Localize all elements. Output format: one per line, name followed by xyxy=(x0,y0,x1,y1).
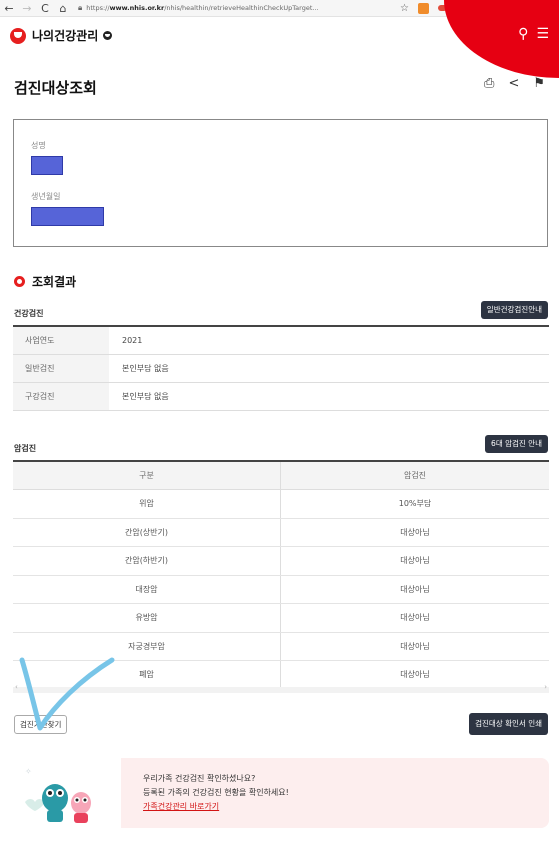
table-row: 간암(하반기) 대상아님 xyxy=(13,547,549,576)
general-checkup-guide-button[interactable]: 일반건강검진안내 xyxy=(480,301,548,319)
cancer-status: 대상아님 xyxy=(400,670,430,680)
print-confirmation-button[interactable]: 검진대상 확인서 인쇄 xyxy=(469,713,548,735)
url-prefix: https:// xyxy=(86,4,110,12)
address-bar[interactable]: 🔒︎ https://www.nhis.or.kr/nhis/healthin/… xyxy=(78,3,318,13)
site-logo[interactable]: 나의건강관리 xyxy=(10,27,113,44)
reload-button[interactable]: C xyxy=(36,0,54,17)
cancer-type: 유방암 xyxy=(13,604,281,632)
table-row: 유방암 대상아님 xyxy=(13,604,549,633)
table-row: 대장암 대상아님 xyxy=(13,575,549,604)
cancer-type: 자궁경부암 xyxy=(13,632,281,660)
family-checkup-banner: ✧ 우리가족 건강검진 확인하셨나요? 등록된 가족의 건강검진 현황을 확인하… xyxy=(13,758,549,828)
page-title: 검진대상조회 xyxy=(14,79,97,97)
row-value: 본인부담 없음 xyxy=(122,364,169,373)
general-checkup-label: 건강검진 xyxy=(14,309,44,318)
table-row: 일반검진 본인부담 없음 xyxy=(13,355,549,383)
table-header: 구분 암검진 xyxy=(13,462,549,490)
extension-orange-icon[interactable] xyxy=(417,2,429,14)
url-path: /nhis/healthin/retrieveHealthinCheckUpTa… xyxy=(164,4,318,12)
results-heading: 조회결과 xyxy=(14,273,76,290)
url-domain: www.nhis.or.kr xyxy=(109,4,165,12)
cancer-type: 간암(상반기) xyxy=(13,518,281,546)
row-key: 일반검진 xyxy=(13,355,109,382)
cancer-status: 대상아님 xyxy=(400,613,430,623)
results-title: 조회결과 xyxy=(32,275,77,289)
hamburger-menu-icon[interactable]: ☰ xyxy=(536,26,549,42)
cancer-type: 대장암 xyxy=(13,575,281,603)
lock-icon: 🔒︎ xyxy=(78,3,83,12)
mascot-characters-icon: ✧ xyxy=(25,767,91,823)
table-horizontal-scrollbar[interactable] xyxy=(13,683,549,693)
table-row: 구강검진 본인부담 없음 xyxy=(13,383,549,411)
cancer-status: 대상아님 xyxy=(400,556,430,566)
table-row: 위암 10%부담 xyxy=(13,490,549,519)
name-value-redacted xyxy=(31,156,63,175)
cancer-type: 간암(하반기) xyxy=(13,547,281,575)
column-header: 구분 xyxy=(13,462,281,489)
logo-text: 나의건강관리 xyxy=(32,29,99,43)
cancer-status: 대상아님 xyxy=(400,584,430,594)
table-row: 사업연도 2021 xyxy=(13,327,549,355)
row-key: 사업연도 xyxy=(13,327,109,354)
cancer-checkup-table: 구분 암검진 위암 10%부담 간암(상반기) 대상아님 간암(하반기) 대상아… xyxy=(13,460,549,690)
cancer-checkup-label: 암검진 xyxy=(14,444,37,453)
favorite-star-icon[interactable]: ☆ xyxy=(400,3,409,14)
cancer-status: 10%부담 xyxy=(398,499,432,509)
table-row: 간암(상반기) 대상아님 xyxy=(13,518,549,547)
share-icon[interactable]: < xyxy=(508,76,519,91)
table-row: 폐암 대상아님 xyxy=(13,661,549,690)
cancer-status: 대상아님 xyxy=(400,527,430,537)
table-row: 자궁경부암 대상아님 xyxy=(13,632,549,661)
logo-mark-icon xyxy=(10,27,26,44)
birth-value-redacted xyxy=(31,207,104,226)
search-icon[interactable]: ⚲ xyxy=(518,26,528,42)
forward-button[interactable]: → xyxy=(18,0,36,17)
column-header: 암검진 xyxy=(403,471,427,480)
banner-line-1: 우리가족 건강검진 확인하셨나요? xyxy=(143,774,256,783)
cancer-type: 위암 xyxy=(13,490,281,518)
print-icon[interactable]: ⎙ xyxy=(484,76,494,91)
find-checkup-center-button[interactable]: 검진기관찾기 xyxy=(14,715,68,734)
user-info-box: 성명 생년월일 xyxy=(13,119,548,247)
general-checkup-table: 사업연도 2021 일반검진 본인부담 없음 구강검진 본인부담 없음 xyxy=(13,325,549,411)
row-value: 2021 xyxy=(122,336,143,345)
home-button[interactable]: ⌂ xyxy=(54,0,72,17)
cancer-status: 대상아님 xyxy=(400,641,430,651)
cancer-checkup-guide-button[interactable]: 6대 암검진 안내 xyxy=(485,435,548,453)
back-button[interactable]: ← xyxy=(0,0,18,17)
site-header: 나의건강관리 ⚲ ☰ xyxy=(0,0,559,78)
name-label: 성명 xyxy=(31,141,46,150)
banner-illustration-area: ✧ xyxy=(13,758,121,828)
svg-text:✧: ✧ xyxy=(25,767,32,776)
row-key: 구강검진 xyxy=(13,383,109,410)
family-health-link[interactable]: 가족건강관리 바로가기 xyxy=(143,800,289,814)
birth-label: 생년월일 xyxy=(31,192,61,201)
location-pin-icon xyxy=(14,276,25,287)
bookmark-icon[interactable]: ⚑ xyxy=(533,76,545,91)
logo-badge-icon xyxy=(103,31,113,40)
banner-line-2: 등록된 가족의 건강검진 현황을 확인하세요! xyxy=(143,788,289,797)
cancer-type: 폐암 xyxy=(13,661,281,689)
row-value: 본인부담 없음 xyxy=(122,392,169,401)
